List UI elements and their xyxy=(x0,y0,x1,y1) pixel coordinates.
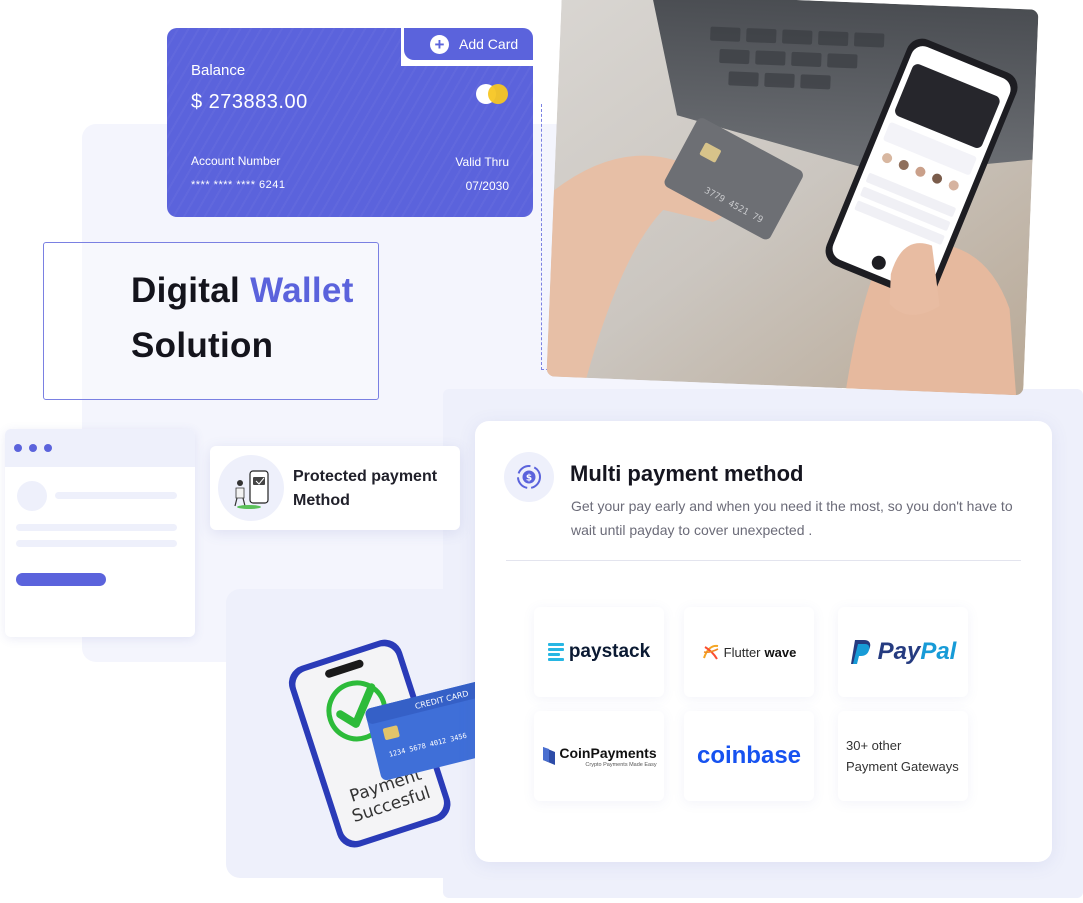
multi-payment-card: $ Multi payment method Get your pay earl… xyxy=(475,421,1052,862)
browser-topbar xyxy=(5,429,195,467)
card-brand-icon xyxy=(476,84,510,104)
coinbase-logo: coinbase xyxy=(696,742,802,769)
avatar-placeholder xyxy=(17,481,47,511)
hero-title-part1: Digital xyxy=(131,271,251,310)
protected-payment-text: Protected payment Method xyxy=(293,465,437,513)
multi-payment-description: Get your pay early and when you need it … xyxy=(571,498,1013,538)
flutterwave-wordmark-a: Flutter xyxy=(723,644,761,660)
hero-title-box: Digital Wallet Solution xyxy=(43,242,379,400)
paystack-icon xyxy=(547,643,564,661)
browser-mockup xyxy=(5,429,195,637)
coinpayments-icon xyxy=(543,747,556,765)
valid-thru-label: Valid Thru xyxy=(455,155,509,169)
photo-illustration: 3779 4521 79 xyxy=(546,0,1039,396)
balance-amount: $ 273883.00 xyxy=(191,91,308,113)
text-placeholder xyxy=(16,524,177,531)
others-line2: Payment Gateways xyxy=(846,759,959,774)
gateway-tile-coinpayments[interactable]: CoinPayments Crypto Payments Made Easy xyxy=(534,711,664,801)
multi-payment-title: Multi payment method xyxy=(570,461,804,486)
gateway-tile-paypal[interactable]: Pay Pal xyxy=(838,607,968,697)
protected-payment-chip: Protected payment Method xyxy=(210,446,460,530)
protected-line1: Protected payment xyxy=(293,468,438,485)
others-line1: 30+ other xyxy=(846,738,902,753)
paypal-icon xyxy=(850,640,870,664)
plus-icon: + xyxy=(430,34,449,54)
paypal-wordmark-a: Pay xyxy=(877,638,921,665)
other-gateways-text: 30+ other Payment Gateways xyxy=(838,735,959,777)
divider xyxy=(506,560,1021,561)
gateway-tile-flutterwave[interactable]: Flutter wave xyxy=(684,607,814,697)
hero-photo: 3779 4521 79 xyxy=(546,0,1039,396)
flutterwave-icon xyxy=(702,644,719,660)
text-placeholder xyxy=(16,540,177,547)
balance-label: Balance xyxy=(191,62,246,79)
coinpayments-tagline: Crypto Payments Made Easy xyxy=(585,761,657,768)
paystack-wordmark: paystack xyxy=(568,641,651,662)
gateway-tile-others[interactable]: 30+ other Payment Gateways xyxy=(838,711,968,801)
add-card-button[interactable]: + Add Card xyxy=(404,28,533,60)
svg-text:$: $ xyxy=(526,474,532,484)
paystack-logo: paystack xyxy=(547,641,651,663)
flutterwave-logo: Flutter wave xyxy=(702,643,797,661)
payment-method-icon: $ xyxy=(504,452,554,502)
text-placeholder xyxy=(55,492,177,499)
flutterwave-wordmark-b: wave xyxy=(764,644,797,660)
window-dot-icon xyxy=(29,444,37,452)
account-number-label: Account Number xyxy=(191,154,281,168)
gateway-tile-coinbase[interactable]: coinbase xyxy=(684,711,814,801)
add-card-label: Add Card xyxy=(459,36,519,52)
paypal-wordmark-b: Pal xyxy=(920,638,957,665)
button-placeholder xyxy=(16,573,106,586)
hero-title-line1: Digital Wallet xyxy=(131,271,354,311)
secure-phone-icon xyxy=(218,455,284,521)
protected-line2: Method xyxy=(293,492,350,509)
window-dot-icon xyxy=(44,444,52,452)
hero-title-line2: Solution xyxy=(131,326,274,365)
hero-title-accent: Wallet xyxy=(250,271,354,310)
coinpayments-wordmark: CoinPayments xyxy=(559,744,657,761)
paypal-logo: Pay Pal xyxy=(850,638,957,666)
account-number-value: **** **** **** 6241 xyxy=(191,179,286,191)
valid-thru-value: 07/2030 xyxy=(465,179,509,193)
gateway-tile-paystack[interactable]: paystack xyxy=(534,607,664,697)
window-dot-icon xyxy=(14,444,22,452)
coinpayments-logo: CoinPayments Crypto Payments Made Easy xyxy=(541,744,657,768)
